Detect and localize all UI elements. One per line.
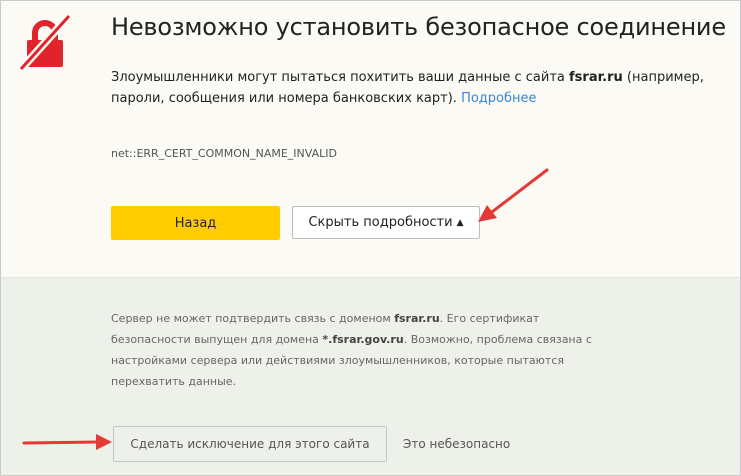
- details-text: Сервер не может подтвердить связь с доме…: [111, 308, 611, 392]
- learn-more-link[interactable]: Подробнее: [461, 91, 536, 106]
- warning-panel: Невозможно установить безопасное соедине…: [1, 1, 740, 278]
- add-exception-button[interactable]: Сделать исключение для этого сайта: [113, 426, 387, 462]
- error-code: net::ERR_CERT_COMMON_NAME_INVALID: [111, 147, 337, 160]
- details-domain: fsrar.ru: [394, 312, 440, 325]
- caret-up-icon: ▲: [456, 217, 464, 228]
- site-name: fsrar.ru: [569, 70, 623, 85]
- warning-description: Злоумышленники могут пытаться похитить в…: [111, 67, 723, 109]
- hide-details-button[interactable]: Скрыть подробности ▲: [292, 206, 480, 239]
- page-title: Невозможно установить безопасное соедине…: [111, 13, 726, 41]
- unsafe-warning-label: Это небезопасно: [403, 437, 511, 451]
- description-text: Злоумышленники могут пытаться похитить в…: [111, 70, 570, 85]
- hide-details-label: Скрыть подробности: [308, 215, 453, 230]
- details-text-part: Сервер не может подтвердить связь с доме…: [111, 312, 395, 325]
- details-cert-domain: *.fsrar.gov.ru: [322, 333, 404, 346]
- broken-lock-icon: [18, 13, 72, 71]
- back-button[interactable]: Назад: [111, 206, 280, 240]
- error-page: Невозможно установить безопасное соедине…: [0, 0, 741, 476]
